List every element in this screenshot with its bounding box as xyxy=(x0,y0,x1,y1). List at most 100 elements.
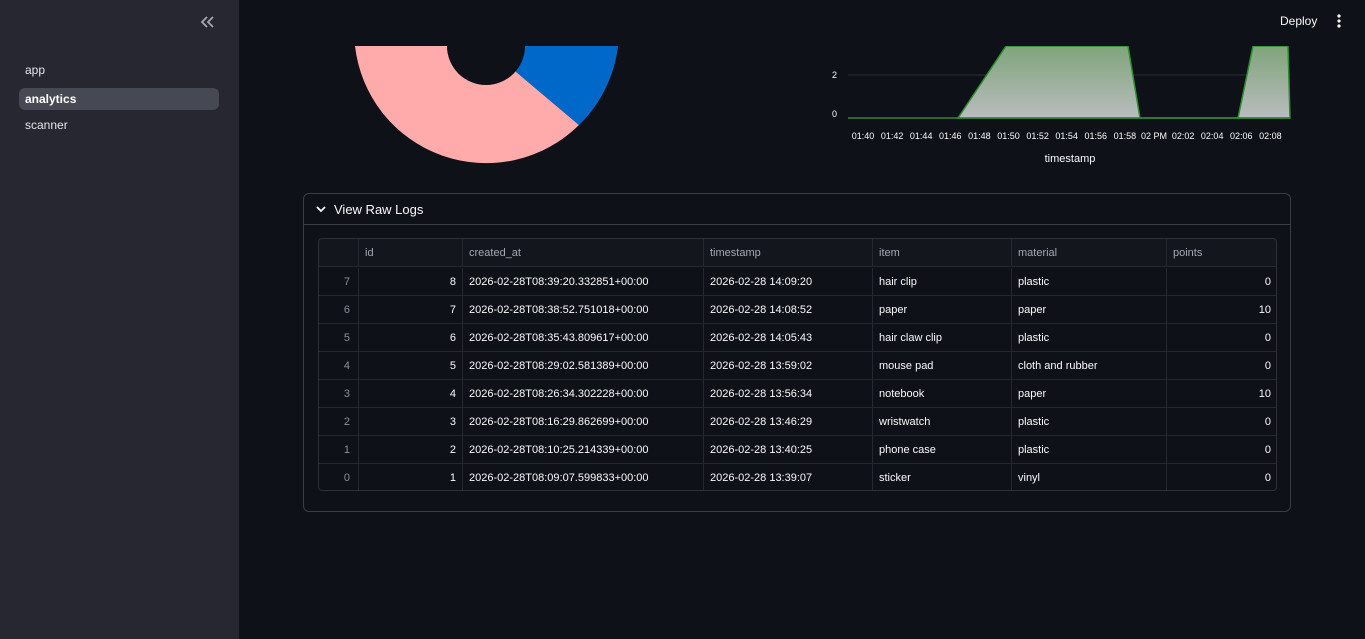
cell-index: 1 xyxy=(319,436,359,464)
x-tick-label: 01:42 xyxy=(881,131,904,141)
cell-item: hair claw clip xyxy=(873,324,1012,352)
cell-index: 5 xyxy=(319,324,359,352)
sidebar-item-label: analytics xyxy=(25,92,77,106)
x-tick-label: 01:56 xyxy=(1085,131,1108,141)
sidebar-item-app[interactable]: app xyxy=(19,59,219,81)
cell-index: 4 xyxy=(319,352,359,380)
deploy-button[interactable]: Deploy xyxy=(1280,12,1317,30)
cell-points: 10 xyxy=(1167,296,1276,324)
cell-material: vinyl xyxy=(1012,464,1167,490)
cell-timestamp: 2026-02-28 14:05:43 xyxy=(704,324,873,352)
cell-timestamp: 2026-02-28 14:09:20 xyxy=(704,268,873,296)
cell-created_at: 2026-02-28T08:35:43.809617+00:00 xyxy=(463,324,704,352)
cell-id: 1 xyxy=(359,464,463,490)
chevron-down-icon xyxy=(316,206,326,213)
x-axis-ticks: 01:40 01:42 01:44 01:46 01:48 01:50 01:52 01:54… xyxy=(852,131,1282,141)
table-row[interactable]: 2 3 2026-02-28T08:16:29.862699+00:00 2026-0… xyxy=(319,408,1276,436)
cell-created_at: 2026-02-28T08:09:07.599833+00:00 xyxy=(463,464,704,490)
cell-points: 0 xyxy=(1167,408,1276,436)
cell-id: 4 xyxy=(359,380,463,408)
column-header-points[interactable]: points xyxy=(1167,239,1276,267)
cell-timestamp: 2026-02-28 13:40:25 xyxy=(704,436,873,464)
cell-created_at: 2026-02-28T08:26:34.302228+00:00 xyxy=(463,380,704,408)
cell-points: 0 xyxy=(1167,436,1276,464)
sidebar-item-scanner[interactable]: scanner xyxy=(19,114,219,136)
cell-points: 0 xyxy=(1167,464,1276,490)
y-tick-label: 2 xyxy=(832,70,837,80)
x-tick-label: 01:54 xyxy=(1055,131,1078,141)
cell-index: 3 xyxy=(319,380,359,408)
raw-logs-table[interactable]: id created_at timestamp item material points 7… xyxy=(318,238,1277,491)
table-row[interactable]: 3 4 2026-02-28T08:26:34.302228+00:00 2026-0… xyxy=(319,380,1276,408)
column-header-created_at[interactable]: created_at xyxy=(463,239,704,267)
cell-timestamp: 2026-02-28 13:56:34 xyxy=(704,380,873,408)
raw-logs-expander: View Raw Logs id created_at timestamp item m… xyxy=(303,193,1291,512)
cell-id: 7 xyxy=(359,296,463,324)
cell-created_at: 2026-02-28T08:16:29.862699+00:00 xyxy=(463,408,704,436)
cell-material: plastic xyxy=(1012,408,1167,436)
table-row[interactable]: 1 2 2026-02-28T08:10:25.214339+00:00 2026-0… xyxy=(319,436,1276,464)
column-header-index[interactable] xyxy=(319,239,359,267)
cell-id: 3 xyxy=(359,408,463,436)
x-tick-label: 01:50 xyxy=(997,131,1020,141)
cell-material: plastic xyxy=(1012,268,1167,296)
cell-item: phone case xyxy=(873,436,1012,464)
sidebar: app analytics scanner xyxy=(0,0,239,639)
column-header-id[interactable]: id xyxy=(359,239,463,267)
collapse-sidebar-button[interactable] xyxy=(196,12,218,32)
sidebar-item-label: app xyxy=(25,63,46,77)
pie-slice-paper-fill xyxy=(515,46,585,71)
cell-index: 2 xyxy=(319,408,359,436)
more-vertical-icon xyxy=(1337,14,1341,28)
expander-header[interactable]: View Raw Logs xyxy=(304,194,1290,225)
x-tick-label: 01:48 xyxy=(968,131,991,141)
cell-timestamp: 2026-02-28 14:08:52 xyxy=(704,296,873,324)
cell-index: 7 xyxy=(319,268,359,296)
area-series-fill xyxy=(956,46,1291,119)
x-axis-label: timestamp xyxy=(1045,153,1096,165)
cell-item: sticker xyxy=(873,464,1012,490)
table-row[interactable]: 5 6 2026-02-28T08:35:43.809617+00:00 2026-0… xyxy=(319,324,1276,352)
cell-timestamp: 2026-02-28 13:59:02 xyxy=(704,352,873,380)
cell-points: 0 xyxy=(1167,268,1276,296)
x-tick-label: 01:44 xyxy=(910,131,933,141)
cell-index: 0 xyxy=(319,464,359,490)
x-tick-label: 02:08 xyxy=(1259,131,1282,141)
cell-timestamp: 2026-02-28 13:46:29 xyxy=(704,408,873,436)
cell-created_at: 2026-02-28T08:38:52.751018+00:00 xyxy=(463,296,704,324)
cell-timestamp: 2026-02-28 13:39:07 xyxy=(704,464,873,490)
cell-item: wristwatch xyxy=(873,408,1012,436)
table-row[interactable]: 4 5 2026-02-28T08:29:02.581389+00:00 2026-0… xyxy=(319,352,1276,380)
table-row[interactable]: 7 8 2026-02-28T08:39:20.332851+00:00 2026-0… xyxy=(319,268,1276,296)
x-tick-label: 02:02 xyxy=(1172,131,1195,141)
cell-id: 8 xyxy=(359,268,463,296)
column-header-item[interactable]: item xyxy=(873,239,1012,267)
cell-id: 2 xyxy=(359,436,463,464)
sidebar-item-analytics[interactable]: analytics xyxy=(19,88,219,110)
x-tick-label: 01:40 xyxy=(852,131,875,141)
cell-material: plastic xyxy=(1012,436,1167,464)
cell-created_at: 2026-02-28T08:10:25.214339+00:00 xyxy=(463,436,704,464)
column-header-timestamp[interactable]: timestamp xyxy=(704,239,873,267)
cell-item: hair clip xyxy=(873,268,1012,296)
cell-material: paper xyxy=(1012,296,1167,324)
cell-id: 5 xyxy=(359,352,463,380)
main-menu-button[interactable] xyxy=(1332,12,1346,30)
table-row[interactable]: 0 1 2026-02-28T08:09:07.599833+00:00 2026-0… xyxy=(319,464,1276,490)
cell-index: 6 xyxy=(319,296,359,324)
cell-points: 0 xyxy=(1167,324,1276,352)
x-tick-label: 01:46 xyxy=(939,131,962,141)
points-area-chart: 2 0 01:40 01:42 01:44 01:46 01:48 01:50 01:52 0… xyxy=(832,46,1291,165)
cell-item: mouse pad xyxy=(873,352,1012,380)
column-header-material[interactable]: material xyxy=(1012,239,1167,267)
y-tick-label: 0 xyxy=(832,109,837,119)
cell-item: notebook xyxy=(873,380,1012,408)
table-row[interactable]: 6 7 2026-02-28T08:38:52.751018+00:00 2026-0… xyxy=(319,296,1276,324)
cell-id: 6 xyxy=(359,324,463,352)
cell-created_at: 2026-02-28T08:29:02.581389+00:00 xyxy=(463,352,704,380)
cell-created_at: 2026-02-28T08:39:20.332851+00:00 xyxy=(463,268,704,296)
expander-title: View Raw Logs xyxy=(334,201,424,217)
cell-points: 0 xyxy=(1167,352,1276,380)
x-tick-label: 01:52 xyxy=(1026,131,1049,141)
x-tick-label: 02 PM xyxy=(1141,131,1167,141)
